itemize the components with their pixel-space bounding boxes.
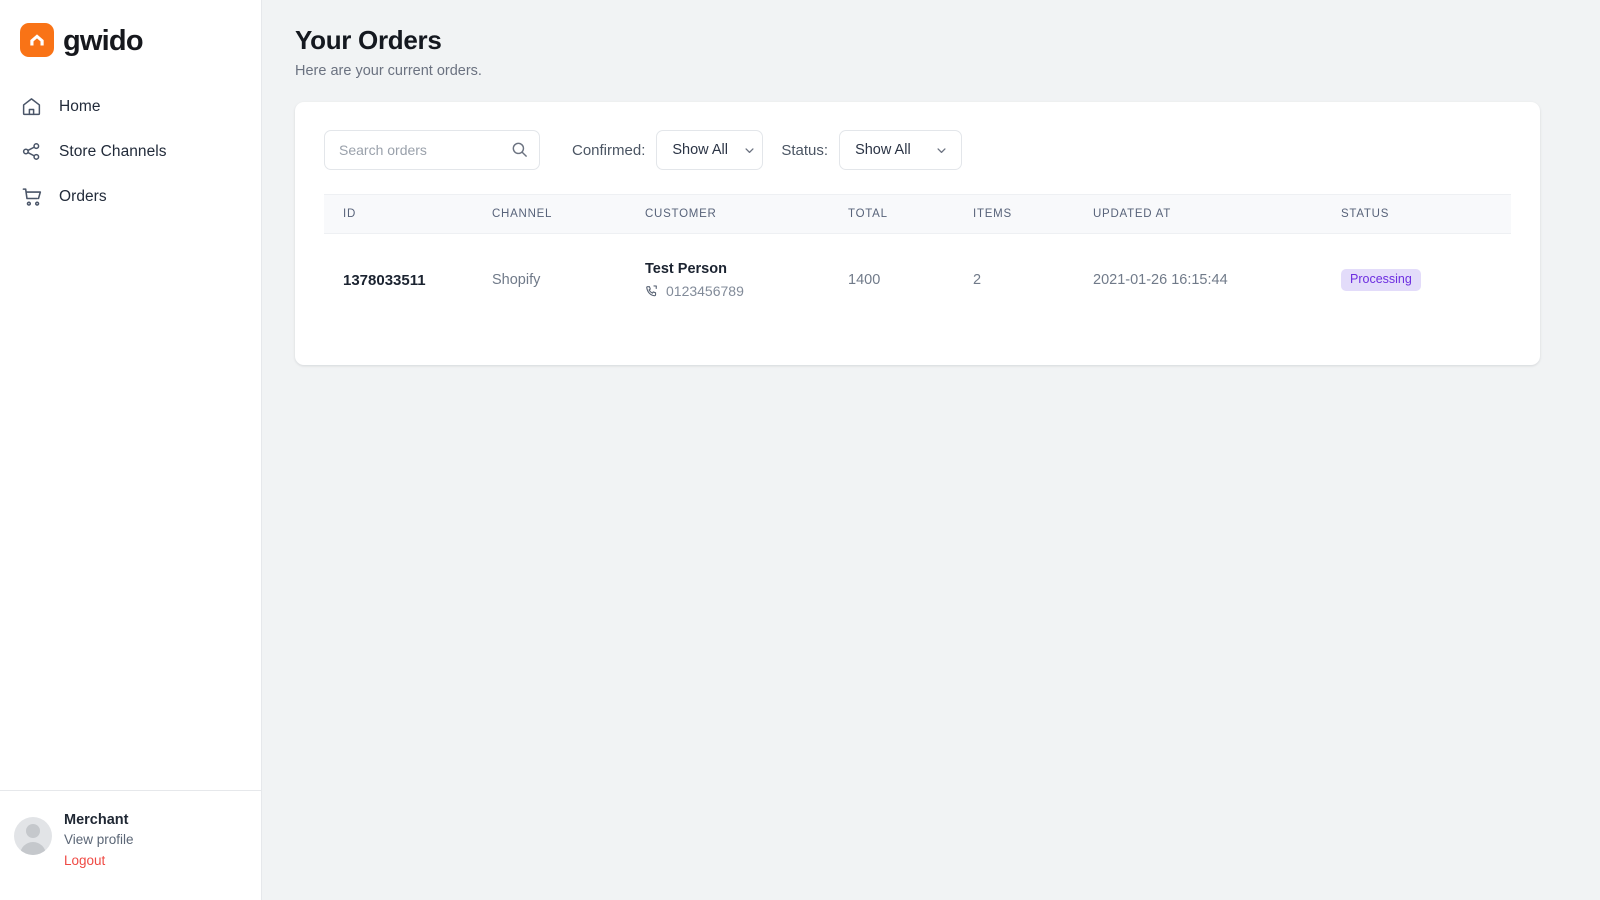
cell-updated-at: 2021-01-26 16:15:44 (1093, 272, 1228, 288)
avatar-body (20, 842, 46, 855)
customer-name: Test Person (645, 261, 727, 277)
brand-logo[interactable]: gwido (0, 0, 261, 62)
orders-table-head: ID CHANNEL CUSTOMER TOTAL ITEMS UPDATED … (324, 194, 1511, 234)
chevron-down-icon (934, 143, 949, 158)
brand-name: gwido (63, 24, 144, 57)
avatar (14, 817, 52, 855)
sidebar: gwido Home Store Channels Orders Merchan… (0, 0, 262, 900)
page-title: Your Orders (295, 25, 442, 55)
orders-card: Confirmed: Show All Status: Sho (295, 102, 1540, 365)
cell-channel: Shopify (492, 272, 541, 288)
main-content: Your Orders Here are your current orders… (262, 0, 1600, 900)
table-header-row: ID CHANNEL CUSTOMER TOTAL ITEMS UPDATED … (324, 194, 1511, 234)
column-header-customer[interactable]: CUSTOMER (645, 194, 848, 234)
search-field-wrapper (324, 130, 540, 170)
share-nodes-icon (20, 140, 43, 163)
app-root: gwido Home Store Channels Orders Merchan… (0, 0, 1600, 900)
sidebar-item-label: Orders (59, 187, 107, 205)
orders-table: ID CHANNEL CUSTOMER TOTAL ITEMS UPDATED … (324, 194, 1511, 324)
shopping-cart-icon (20, 185, 43, 208)
profile-name: Merchant (64, 812, 129, 828)
orders-table-body: 1378033511 Shopify Test Person 012345678… (324, 234, 1511, 325)
column-header-channel[interactable]: CHANNEL (492, 194, 645, 234)
cell-status: Processing (1341, 234, 1511, 325)
chevron-down-icon (742, 143, 757, 158)
orders-table-wrapper: ID CHANNEL CUSTOMER TOTAL ITEMS UPDATED … (295, 194, 1540, 324)
cell-customer: Test Person 0123456789 (645, 234, 848, 325)
status-select[interactable]: Show All (839, 130, 963, 170)
confirmed-select-value: Show All (672, 142, 728, 158)
home-icon (20, 95, 43, 118)
sidebar-profile: Merchant View profile Logout (0, 790, 261, 900)
cell-id: 1378033511 (343, 271, 426, 289)
sidebar-item-label: Home (59, 97, 101, 115)
confirmed-filter: Confirmed: Show All (572, 130, 764, 170)
filter-bar: Confirmed: Show All Status: Sho (295, 130, 1540, 170)
status-filter: Status: Show All (781, 130, 963, 170)
column-header-status[interactable]: STATUS (1341, 194, 1511, 234)
logout-link[interactable]: Logout (64, 852, 134, 870)
confirmed-filter-label: Confirmed: (572, 141, 646, 159)
table-row[interactable]: 1378033511 Shopify Test Person 012345678… (324, 234, 1511, 325)
sidebar-nav: Home Store Channels Orders (0, 84, 261, 219)
cell-items: 2 (973, 272, 982, 288)
customer-phone-number: 0123456789 (666, 283, 744, 299)
search-input[interactable] (324, 130, 540, 170)
view-profile-link[interactable]: View profile (64, 831, 134, 849)
column-header-id[interactable]: ID (324, 194, 492, 234)
sidebar-item-label: Store Channels (59, 142, 167, 160)
profile-text: Merchant View profile Logout (64, 811, 134, 870)
sidebar-item-home[interactable]: Home (0, 84, 261, 129)
page-subtitle: Here are your current orders. (295, 63, 482, 79)
phone-icon (645, 284, 659, 298)
sidebar-item-orders[interactable]: Orders (0, 174, 261, 219)
column-header-total[interactable]: TOTAL (848, 194, 973, 234)
customer-phone: 0123456789 (645, 283, 848, 299)
cell-total: 1400 (848, 272, 881, 288)
column-header-items[interactable]: ITEMS (973, 194, 1093, 234)
status-badge: Processing (1341, 269, 1421, 291)
confirmed-select[interactable]: Show All (656, 130, 764, 170)
house-chevron-icon (20, 23, 54, 57)
status-filter-label: Status: (781, 141, 829, 159)
avatar-head (26, 824, 40, 838)
column-header-updated-at[interactable]: UPDATED AT (1093, 194, 1341, 234)
sidebar-item-store-channels[interactable]: Store Channels (0, 129, 261, 174)
status-select-value: Show All (855, 142, 911, 158)
